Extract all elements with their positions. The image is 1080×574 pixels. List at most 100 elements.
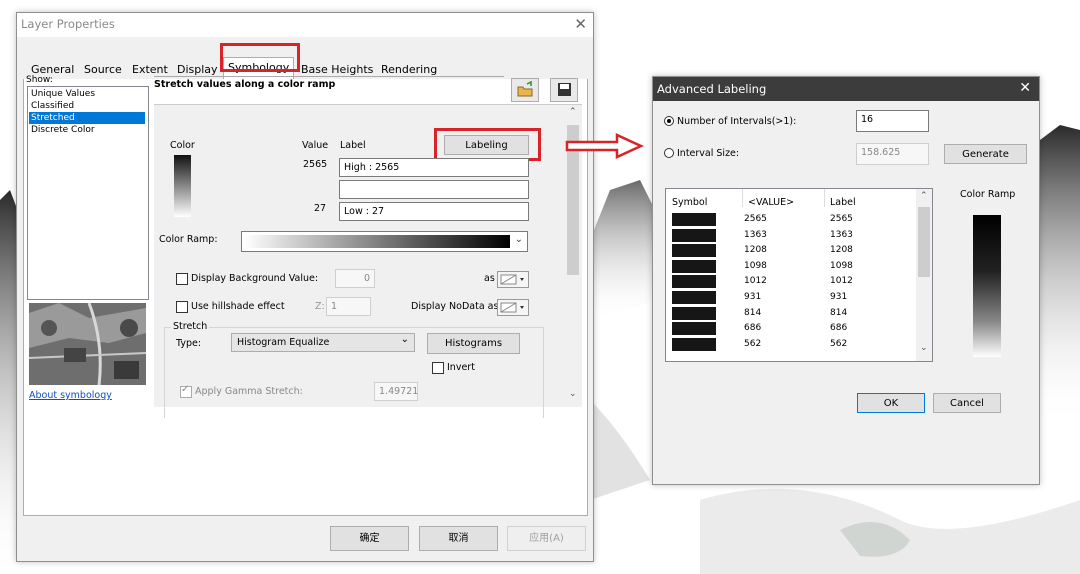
low-value: 27: [314, 203, 327, 214]
label-header: Label: [340, 140, 366, 151]
col-value: <VALUE>: [748, 197, 795, 208]
interval-size-field[interactable]: 158.625: [856, 143, 929, 165]
hillshade-checkbox[interactable]: [176, 301, 188, 313]
nodata-color-picker[interactable]: [497, 299, 529, 316]
row-label: 1208: [830, 245, 853, 256]
adv-ok-button[interactable]: OK: [857, 393, 925, 413]
save-button[interactable]: [550, 78, 578, 102]
scroll-up-icon[interactable]: ⌃: [920, 191, 928, 201]
row-label: 931: [830, 292, 848, 302]
scroll-up-icon[interactable]: ⌃: [569, 107, 577, 117]
table-row[interactable]: 931 931: [666, 290, 916, 306]
intervals-label: Number of Intervals(>1):: [677, 116, 797, 127]
gamma-value-field[interactable]: 1.49721: [374, 382, 418, 401]
adv-cancel-button[interactable]: Cancel: [933, 393, 1001, 413]
table-row[interactable]: 1363 1363: [666, 228, 916, 244]
show-list: Unique Values Classified Stretched Discr…: [27, 86, 149, 300]
tab-rendering[interactable]: Rendering: [377, 60, 441, 80]
scroll-down-icon[interactable]: ⌄: [920, 343, 928, 353]
row-value: 2565: [744, 214, 767, 224]
hillshade-label: Use hillshade effect: [191, 301, 285, 312]
row-value: 931: [744, 292, 762, 302]
row-label: 2565: [830, 214, 853, 224]
row-value: 1098: [744, 260, 767, 271]
table-row[interactable]: 686 686: [666, 321, 916, 337]
histograms-button[interactable]: Histograms: [427, 333, 520, 354]
apply-button[interactable]: 应用(A): [507, 526, 586, 551]
generate-button[interactable]: Generate: [944, 144, 1027, 164]
table-row[interactable]: 2565 2565: [666, 212, 916, 228]
symbol-swatch: [672, 259, 716, 273]
tab-extent[interactable]: Extent: [128, 60, 172, 80]
color-ramp-swatch: [244, 235, 510, 248]
type-select[interactable]: Histogram Equalize ⌄: [231, 333, 415, 352]
adv-color-ramp-label: Color Ramp: [960, 189, 1016, 200]
col-label: Label: [830, 197, 856, 208]
mid-label-field[interactable]: [339, 180, 529, 199]
intervals-radio[interactable]: [664, 116, 674, 126]
color-ramp-label: Color Ramp:: [159, 234, 218, 245]
col-divider: [824, 189, 825, 207]
show-item-classified[interactable]: Classified: [29, 100, 145, 112]
table-row[interactable]: 562 562: [666, 337, 916, 353]
window-title: Layer Properties: [21, 17, 115, 31]
symbol-swatch: [672, 337, 716, 351]
gamma-checkbox[interactable]: [180, 384, 192, 398]
table-row[interactable]: 1098 1098: [666, 259, 916, 275]
tab-base-heights[interactable]: Base Heights: [297, 60, 377, 80]
intervals-field[interactable]: 16: [856, 110, 929, 132]
symbol-swatch: [672, 213, 716, 226]
symbol-swatch: [672, 275, 716, 289]
type-select-value: Histogram Equalize: [237, 337, 330, 348]
row-value: 814: [744, 307, 762, 318]
stretch-heading: Stretch values along a color ramp: [154, 79, 336, 90]
background-value-field[interactable]: 0: [335, 269, 375, 288]
adv-color-ramp-preview: [973, 215, 1001, 357]
display-background-checkbox[interactable]: [176, 273, 188, 285]
background-color-picker[interactable]: [497, 271, 529, 288]
title-bar: Layer Properties ✕: [17, 13, 593, 37]
about-symbology-link[interactable]: About symbology: [29, 390, 112, 401]
show-item-unique-values[interactable]: Unique Values: [29, 88, 145, 100]
close-icon[interactable]: ✕: [574, 15, 587, 33]
chevron-down-icon: ⌄: [400, 334, 409, 345]
layer-properties-window: Layer Properties ✕ General Source Extent…: [16, 12, 594, 562]
close-icon[interactable]: ✕: [1019, 80, 1031, 96]
row-value: 1363: [744, 229, 767, 240]
z-value-field[interactable]: 1: [326, 297, 371, 316]
tab-source[interactable]: Source: [80, 60, 126, 80]
color-ramp-select[interactable]: ⌄: [241, 231, 528, 252]
gamma-label: Apply Gamma Stretch:: [195, 386, 303, 397]
col-symbol: Symbol: [672, 197, 708, 208]
invert-checkbox[interactable]: [432, 362, 444, 374]
show-item-stretched[interactable]: Stretched: [29, 112, 145, 124]
table-row[interactable]: 1012 1012: [666, 274, 916, 290]
type-label: Type:: [176, 338, 202, 349]
cancel-button[interactable]: 取消: [419, 526, 498, 551]
show-item-discrete-color[interactable]: Discrete Color: [29, 124, 145, 136]
col-divider: [742, 189, 743, 207]
table-row[interactable]: 1208 1208: [666, 243, 916, 259]
invert-label: Invert: [447, 362, 475, 373]
scroll-down-icon[interactable]: ⌄: [569, 389, 577, 399]
open-folder-button[interactable]: [511, 78, 539, 102]
high-label-field[interactable]: High : 2565: [339, 158, 529, 177]
row-label: 1363: [830, 229, 853, 240]
symbol-swatch: [672, 322, 716, 336]
row-value: 686: [744, 323, 762, 334]
ok-button[interactable]: 确定: [330, 526, 409, 551]
symbol-swatch: [672, 244, 716, 258]
show-label: Show:: [26, 75, 53, 85]
display-background-label: Display Background Value:: [191, 273, 319, 284]
table-scrollbar[interactable]: ⌃ ⌄: [916, 189, 932, 361]
stretch-group-label: Stretch: [171, 321, 210, 332]
tab-display[interactable]: Display: [173, 60, 222, 80]
low-label-field[interactable]: Low : 27: [339, 202, 529, 221]
labels-table: Symbol <VALUE> Label 2565 2565 1363 1363 1…: [665, 188, 933, 362]
interval-size-radio[interactable]: [664, 148, 674, 158]
color-label: Color: [170, 140, 195, 151]
scroll-thumb[interactable]: [918, 207, 930, 277]
arrow-right-icon: [565, 133, 645, 159]
table-row[interactable]: 814 814: [666, 306, 916, 322]
symbol-swatch: [672, 291, 716, 304]
